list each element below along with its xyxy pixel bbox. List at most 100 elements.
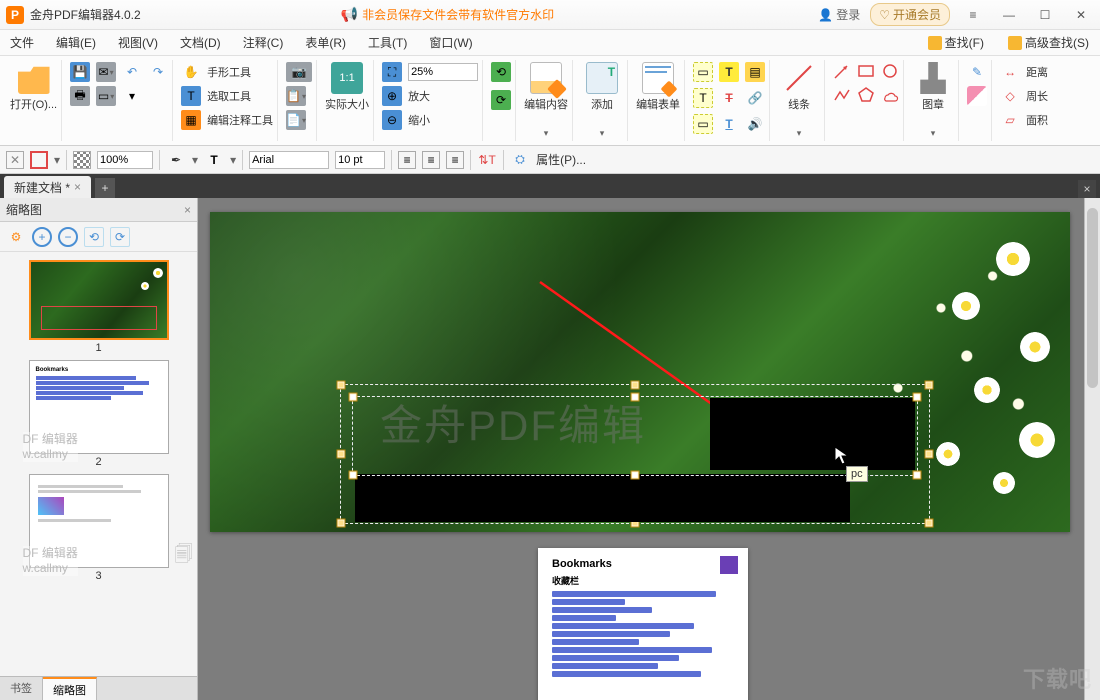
hand-icon: ✋ [181,62,201,82]
menu-view[interactable]: 视图(V) [114,32,162,53]
cloud-shape-icon[interactable] [881,86,899,104]
thumbnail-page-2[interactable]: Bookmarks DF 编辑器w.callmy 2 [29,360,169,468]
thumb-zoom-out-icon[interactable]: − [58,227,78,247]
rect-shape-icon[interactable] [857,62,875,80]
circle-shape-icon[interactable] [881,62,899,80]
scrollbar-thumb[interactable] [1087,208,1098,388]
thumbnail-page-1[interactable]: 1 [29,260,169,354]
menu-file[interactable]: 文件 [6,32,38,53]
hand-tool-button[interactable]: ✋手形工具 [181,62,273,82]
stroke-color-button[interactable] [30,151,48,169]
vip-button[interactable]: ♡ 开通会员 [870,3,950,26]
thumb-rotate-ccw-icon[interactable]: ⟲ [84,227,104,247]
clipboard-icon[interactable]: 📋 [286,86,306,106]
thumb-zoom-in-icon[interactable]: + [32,227,52,247]
document-canvas[interactable]: 金舟PDF编辑 pc Bookmarks 收藏栏 [198,198,1100,700]
zoom-out-button[interactable]: ⊖缩小 [382,110,478,130]
form-text-icon[interactable]: ▭ [693,62,713,82]
underline-icon[interactable]: T [719,114,739,134]
menu-tools[interactable]: 工具(T) [364,32,411,53]
perimeter-tool-button[interactable]: ◇周长 [1000,86,1048,106]
paste-icon[interactable]: 📄 [286,110,306,130]
edit-content-button[interactable]: 编辑内容 [524,62,568,112]
zoom-select[interactable] [408,63,478,81]
menu-annotate[interactable]: 注释(C) [239,32,288,53]
font-size-select[interactable] [335,151,385,169]
link-icon[interactable]: 🔗 [745,88,765,108]
page-number: 1 [29,342,169,354]
properties-button[interactable]: 属性(P)... [536,151,586,168]
find-button[interactable]: 查找(F) [923,32,989,53]
thumbnail-tab[interactable]: 缩略图 [43,677,97,700]
advanced-find-button[interactable]: 高级查找(S) [1003,32,1094,53]
pentagon-shape-icon[interactable] [857,86,875,104]
camera-icon[interactable]: 📷 [286,62,312,82]
strikethrough-icon[interactable]: T [719,88,739,108]
zoom-in-button[interactable]: ⊕放大 [382,86,478,106]
add-tab-button[interactable]: + [95,178,115,198]
save-icon[interactable]: 💾 [70,62,90,82]
select-tool-button[interactable]: T选取工具 [181,86,273,106]
text-direction-button[interactable]: ⇅T [477,150,497,170]
dropdown-icon[interactable]: ▾ [122,86,142,106]
remove-color-button[interactable]: ✕ [6,151,24,169]
pen-color-icon[interactable]: ✒ [166,150,186,170]
scan-icon[interactable]: ▭ [96,86,116,106]
font-select[interactable] [249,151,329,169]
menu-form[interactable]: 表单(R) [301,32,350,53]
mail-icon[interactable]: ✉ [96,62,116,82]
actual-size-button[interactable]: 1:1 实际大小 [325,62,369,112]
edit-annotation-tool-button[interactable]: ▦编辑注释工具 [181,110,273,130]
note-icon[interactable]: ▤ [745,62,765,82]
line-label: 线条 [788,96,810,112]
arrow-shape-icon[interactable] [833,62,851,80]
select-icon: T [181,86,201,106]
sound-icon[interactable]: 🔊 [745,114,765,134]
fit-page-icon[interactable]: ⛶ [382,62,402,82]
close-button[interactable]: ✕ [1068,2,1094,28]
print-icon[interactable]: 🖶 [70,86,90,106]
polyline-shape-icon[interactable] [833,86,851,104]
line-tool-button[interactable]: 线条 [778,62,820,112]
rotate-ccw-icon[interactable]: ⟲ [491,62,511,82]
stamp-button[interactable]: 图章 [912,62,954,112]
thumb-options-icon[interactable]: ⚙ [6,227,26,247]
vertical-scrollbar[interactable] [1084,198,1100,700]
login-button[interactable]: 👤 登录 [818,6,860,23]
form-text2-icon[interactable]: T [693,88,713,108]
pencil-icon[interactable]: ✎ [967,62,987,82]
open-button[interactable]: 打开(O)... [10,62,57,112]
highlight-icon[interactable]: T [719,62,739,82]
redaction-box-2[interactable] [355,474,850,522]
thumbnail-page-3[interactable]: DF 编辑器w.callmy 3 🗐 [29,474,169,582]
form-text3-icon[interactable]: ▭ [693,114,713,134]
undo-icon[interactable]: ↶ [122,62,142,82]
menu-edit[interactable]: 编辑(E) [52,32,100,53]
menu-window[interactable]: 窗口(W) [425,32,476,53]
bookmark-tab[interactable]: 书签 [0,677,43,700]
minimize-button[interactable]: ― [996,2,1022,28]
menu-document[interactable]: 文档(D) [176,32,225,53]
align-right-button[interactable]: ≡ [446,151,464,169]
fill-pattern-button[interactable] [73,151,91,169]
opacity-select[interactable] [97,151,153,169]
distance-tool-button[interactable]: ↔距离 [1000,62,1048,82]
redo-icon[interactable]: ↷ [148,62,168,82]
edit-form-button[interactable]: 编辑表单 [636,62,680,112]
close-all-tabs-button[interactable]: × [1078,180,1096,198]
zoom-in-icon: ⊕ [382,86,402,106]
area-tool-button[interactable]: ▱面积 [1000,110,1048,130]
eraser-icon[interactable] [967,86,987,106]
document-tab[interactable]: 新建文档 *× [4,176,91,198]
align-left-button[interactable]: ≡ [398,151,416,169]
align-center-button[interactable]: ≡ [422,151,440,169]
add-button[interactable]: T 添加 [581,62,623,112]
panel-close-icon[interactable]: × [184,203,191,217]
tab-close-icon[interactable]: × [74,180,81,194]
text-color-icon[interactable]: T [204,150,224,170]
menu-bar: 文件 编辑(E) 视图(V) 文档(D) 注释(C) 表单(R) 工具(T) 窗… [0,30,1100,56]
maximize-button[interactable]: ☐ [1032,2,1058,28]
menu-button[interactable]: ≡ [960,2,986,28]
thumb-rotate-cw-icon[interactable]: ⟳ [110,227,130,247]
rotate-cw-icon[interactable]: ⟳ [491,90,511,110]
